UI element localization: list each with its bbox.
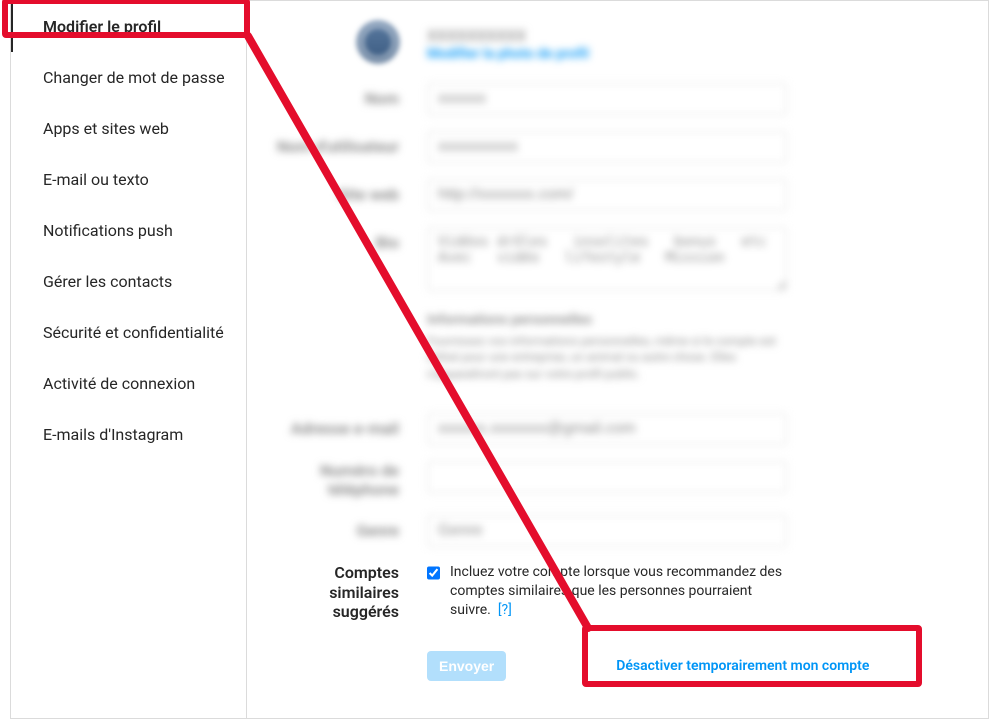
gender-input[interactable] <box>427 515 787 547</box>
profile-username: xxxxxxxxxx <box>427 22 589 46</box>
settings-sidebar: Modifier le profil Changer de mot de pas… <box>11 1 247 718</box>
bio-textarea[interactable]: Vidéos drôles insolites bonus etc Avec v… <box>427 227 787 291</box>
username-input[interactable] <box>427 131 787 163</box>
submit-button[interactable]: Envoyer <box>427 651 506 681</box>
similar-help-link[interactable]: [?] <box>498 602 512 618</box>
name-input[interactable] <box>427 83 787 115</box>
website-label: Site web <box>267 179 427 204</box>
gender-label: Genre <box>267 515 427 540</box>
phone-label: Numéro de téléphone <box>267 461 427 499</box>
sidebar-item-manage-contacts[interactable]: Gérer les contacts <box>11 256 246 307</box>
sidebar-item-instagram-emails[interactable]: E-mails d'Instagram <box>11 409 246 460</box>
personal-info-note: Informations personnelles Fournissez vos… <box>427 311 787 383</box>
edit-profile-form: xxxxxxxxxx Modifier la photo de profil N… <box>247 1 988 718</box>
sidebar-item-change-password[interactable]: Changer de mot de passe <box>11 52 246 103</box>
similar-accounts-label: Comptes similaires suggérés <box>267 563 427 621</box>
website-input[interactable] <box>427 179 787 211</box>
sidebar-item-privacy-security[interactable]: Sécurité et confidentialité <box>11 307 246 358</box>
similar-accounts-text: Incluez votre compte lorsque vous recomm… <box>450 563 787 620</box>
similar-accounts-checkbox[interactable] <box>427 565 440 581</box>
sidebar-item-login-activity[interactable]: Activité de connexion <box>11 358 246 409</box>
deactivate-account-link[interactable]: Désactiver temporairement mon compte <box>616 658 869 674</box>
name-label: Nom <box>267 83 427 108</box>
avatar[interactable] <box>357 21 399 63</box>
bio-label: Bio <box>267 227 427 252</box>
sidebar-item-email-sms[interactable]: E-mail ou texto <box>11 154 246 205</box>
change-photo-link[interactable]: Modifier la photo de profil <box>427 46 589 62</box>
email-input[interactable] <box>427 413 787 445</box>
sidebar-item-edit-profile[interactable]: Modifier le profil <box>11 1 246 52</box>
username-label: Nom d'utilisateur <box>267 131 427 156</box>
email-label: Adresse e-mail <box>267 413 427 438</box>
sidebar-item-apps-websites[interactable]: Apps et sites web <box>11 103 246 154</box>
sidebar-item-push-notifications[interactable]: Notifications push <box>11 205 246 256</box>
phone-input[interactable] <box>427 461 787 493</box>
